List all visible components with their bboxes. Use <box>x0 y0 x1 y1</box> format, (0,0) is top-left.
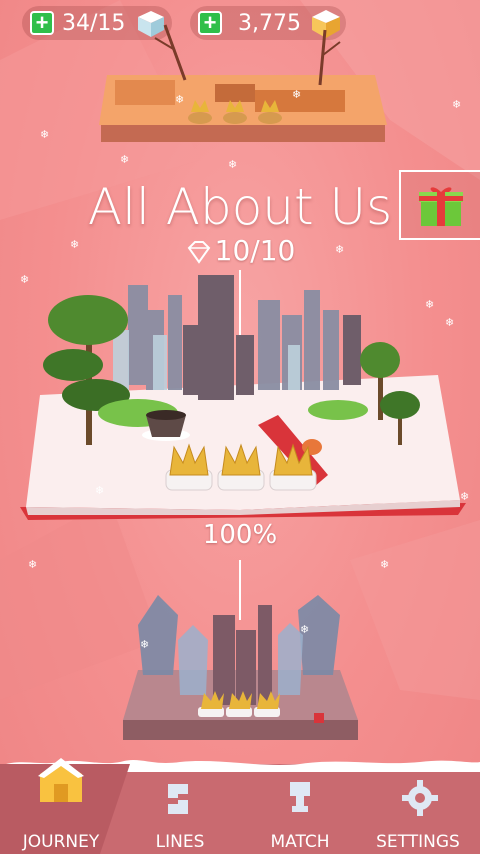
level-progress: 100% <box>202 520 278 550</box>
gems-value: 10/10 <box>214 234 296 267</box>
snowflake-icon: ❄ <box>95 485 105 497</box>
snowflake-icon: ❄ <box>292 89 302 101</box>
snowflake-icon: ❄ <box>425 299 435 311</box>
snowflake-icon: ❄ <box>28 559 38 571</box>
snowflake-icon: ❄ <box>70 239 80 251</box>
snowflake-icon: ❄ <box>452 99 462 111</box>
snowflake-icon: ❄ <box>40 129 50 141</box>
add-lives-icon[interactable]: + <box>30 11 54 35</box>
snowflake-icon: ❄ <box>460 491 470 503</box>
settings-gear-icon[interactable] <box>400 778 440 818</box>
journey-house-icon[interactable] <box>34 752 88 806</box>
current-level-book[interactable] <box>18 275 470 535</box>
nav-settings-label[interactable]: SETTINGS <box>358 832 478 852</box>
snowflake-icon: ❄ <box>120 154 130 166</box>
snowflake-icon: ❄ <box>300 624 310 636</box>
lines-icon[interactable] <box>160 780 196 818</box>
previous-level-diorama[interactable] <box>95 20 390 155</box>
snowflake-icon: ❄ <box>20 274 30 286</box>
snowflake-icon: ❄ <box>175 94 185 106</box>
level-title: All About Us <box>87 178 393 236</box>
snowflake-icon: ❄ <box>140 639 150 651</box>
snowflake-icon: ❄ <box>228 159 238 171</box>
diamond-icon <box>187 241 210 264</box>
nav-journey-label[interactable]: JOURNEY <box>1 832 121 852</box>
match-trophy-icon[interactable] <box>282 778 318 818</box>
snowflake-icon: ❄ <box>380 559 390 571</box>
nav-lines-label[interactable]: LINES <box>120 832 240 852</box>
next-level-diorama[interactable] <box>118 585 363 750</box>
snowflake-icon: ❄ <box>445 317 455 329</box>
nav-match-label[interactable]: MATCH <box>240 832 360 852</box>
snowflake-icon: ❄ <box>335 244 345 256</box>
